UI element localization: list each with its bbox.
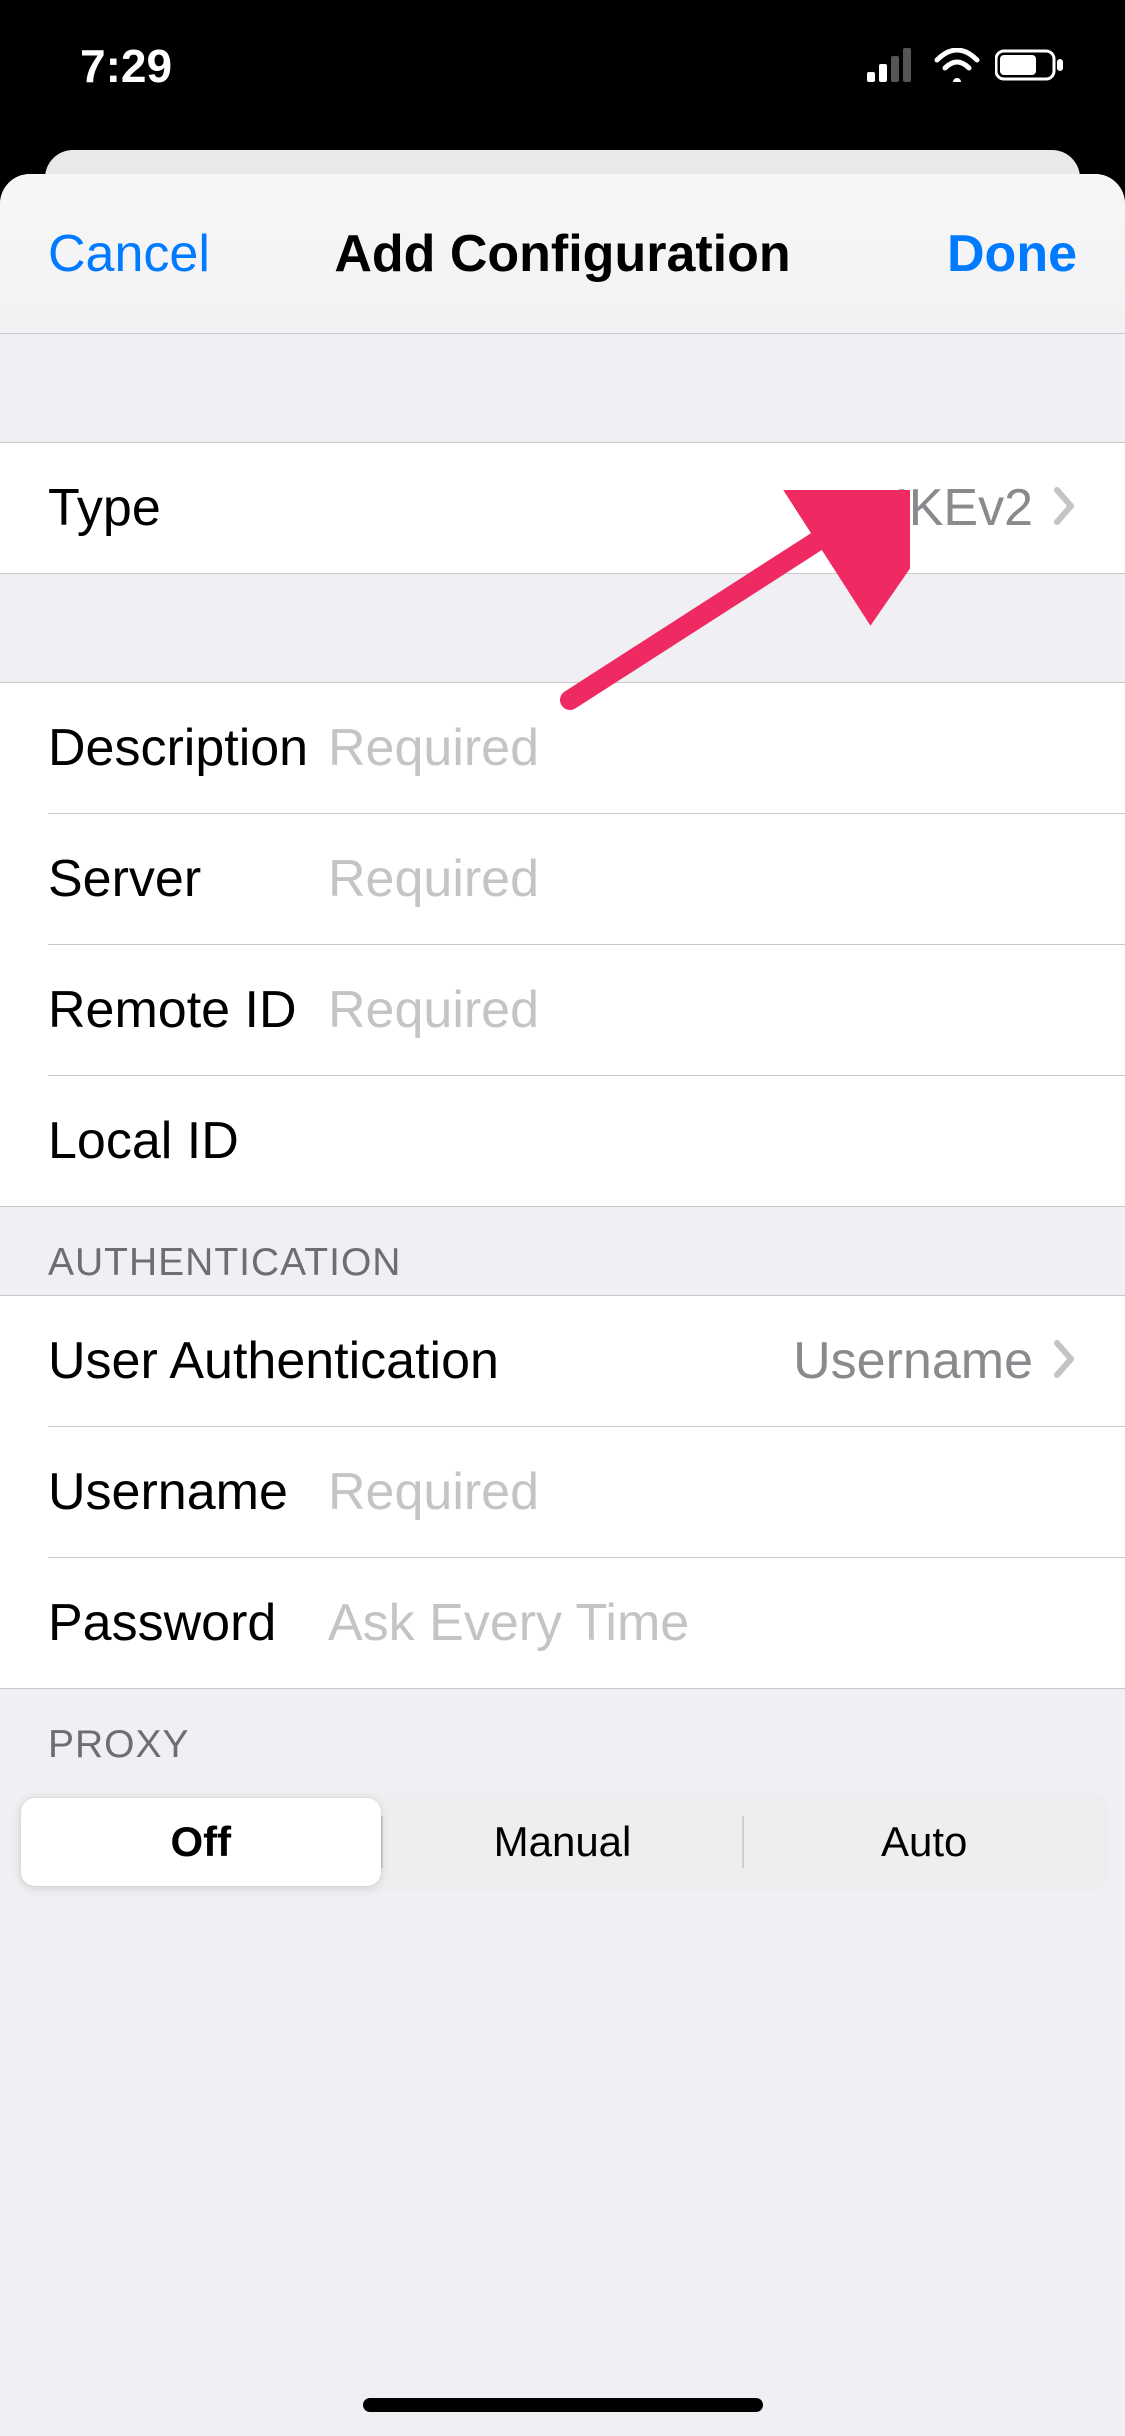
password-row[interactable]: Password: [0, 1558, 1125, 1688]
modal-sheet: Cancel Add Configuration Done Type IKEv2…: [0, 174, 1125, 2436]
description-input[interactable]: [328, 718, 1077, 778]
local-id-row[interactable]: Local ID: [0, 1076, 1125, 1206]
type-label: Type: [48, 478, 328, 538]
local-id-label: Local ID: [48, 1111, 328, 1171]
username-row[interactable]: Username: [0, 1427, 1125, 1557]
wifi-icon: [933, 39, 981, 93]
authentication-section: User Authentication Username Username Pa…: [0, 1295, 1125, 1689]
remote-id-row[interactable]: Remote ID: [0, 945, 1125, 1075]
description-label: Description: [48, 718, 328, 778]
password-label: Password: [48, 1593, 328, 1653]
status-indicators: [867, 39, 1065, 93]
connection-section: Description Server Remote ID Local ID: [0, 682, 1125, 1207]
user-authentication-row[interactable]: User Authentication Username: [0, 1296, 1125, 1426]
user-authentication-label: User Authentication: [48, 1331, 508, 1391]
authentication-header: AUTHENTICATION: [48, 1241, 401, 1285]
server-input[interactable]: [328, 849, 1077, 909]
battery-icon: [995, 39, 1065, 93]
nav-bar: Cancel Add Configuration Done: [0, 174, 1125, 334]
chevron-right-icon: [1053, 1339, 1077, 1384]
local-id-input[interactable]: [328, 1111, 1077, 1171]
user-authentication-value: Username: [793, 1331, 1033, 1391]
done-button[interactable]: Done: [897, 224, 1077, 284]
username-label: Username: [48, 1462, 328, 1522]
description-row[interactable]: Description: [0, 683, 1125, 813]
remote-id-label: Remote ID: [48, 980, 328, 1040]
server-label: Server: [48, 849, 328, 909]
proxy-option-off[interactable]: Off: [21, 1798, 381, 1886]
home-indicator[interactable]: [363, 2398, 763, 2412]
proxy-section: Off Manual Auto: [0, 1777, 1125, 1907]
proxy-segmented-control[interactable]: Off Manual Auto: [16, 1793, 1109, 1891]
status-time: 7:29: [80, 39, 172, 93]
page-title: Add Configuration: [228, 224, 897, 284]
username-input[interactable]: [328, 1462, 1077, 1522]
chevron-right-icon: [1053, 486, 1077, 531]
password-input[interactable]: [328, 1593, 1077, 1653]
proxy-header: PROXY: [48, 1723, 190, 1767]
type-value: IKEv2: [894, 478, 1033, 538]
server-row[interactable]: Server: [0, 814, 1125, 944]
proxy-option-manual[interactable]: Manual: [383, 1798, 743, 1886]
status-bar: 7:29: [0, 0, 1125, 132]
cellular-icon: [867, 39, 919, 93]
remote-id-input[interactable]: [328, 980, 1077, 1040]
type-section: Type IKEv2: [0, 442, 1125, 574]
type-row[interactable]: Type IKEv2: [0, 443, 1125, 573]
proxy-option-auto[interactable]: Auto: [744, 1798, 1104, 1886]
cancel-button[interactable]: Cancel: [48, 224, 228, 284]
